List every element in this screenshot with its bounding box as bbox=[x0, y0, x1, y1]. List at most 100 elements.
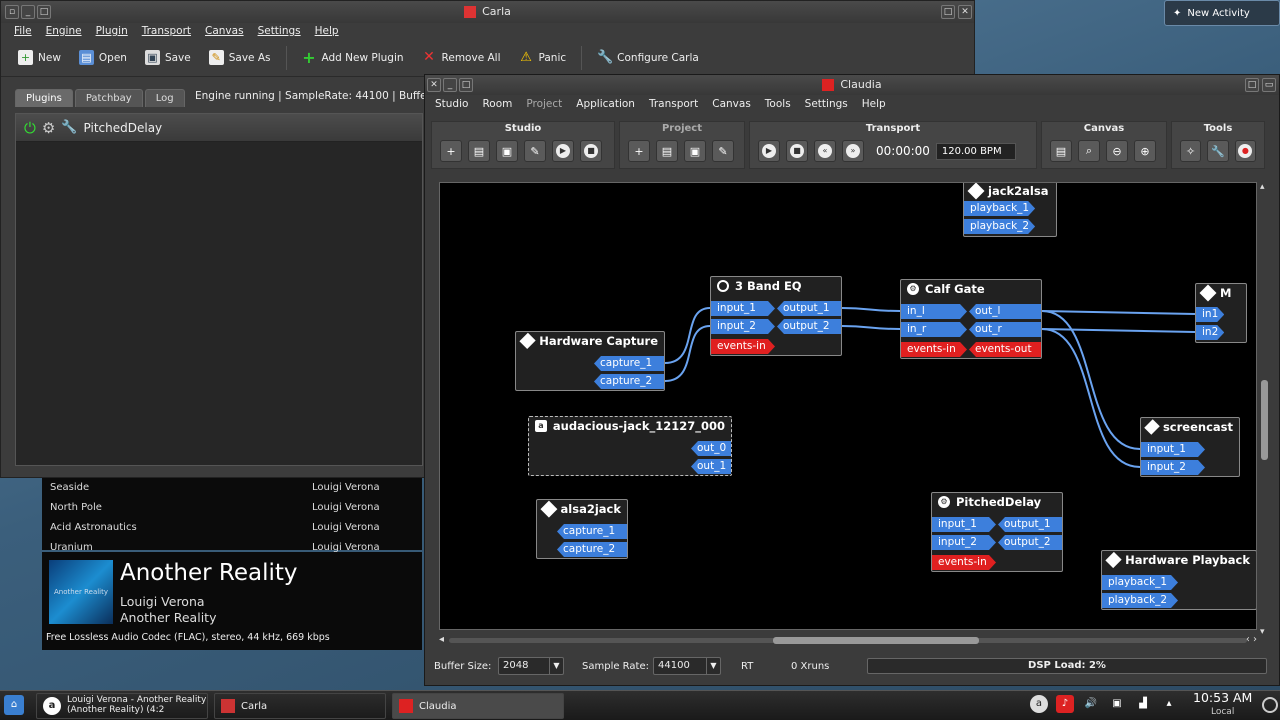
start-studio-icon[interactable]: ▶ bbox=[552, 140, 574, 162]
menu-settings[interactable]: Settings bbox=[258, 23, 301, 39]
open-button[interactable]: ▤ Open bbox=[72, 44, 134, 72]
menu-project[interactable]: Project bbox=[526, 95, 562, 113]
new-studio-icon[interactable]: + bbox=[440, 140, 462, 162]
logout-icon[interactable] bbox=[1262, 697, 1278, 713]
patchbay-canvas[interactable]: jack2alsa playback_1 playback_2 3 Band E… bbox=[439, 182, 1257, 630]
menu-transport[interactable]: Transport bbox=[649, 95, 698, 113]
menu-engine[interactable]: Engine bbox=[46, 23, 82, 39]
port-events-in[interactable]: events-in bbox=[932, 555, 996, 570]
clipboard-icon[interactable]: ▣ bbox=[1108, 695, 1126, 713]
port-events-in[interactable]: events-in bbox=[901, 342, 967, 357]
configure-button[interactable]: 🔧 Configure Carla bbox=[590, 44, 706, 72]
port-events-out[interactable]: events-out bbox=[969, 342, 1041, 357]
port-playback-1[interactable]: playback_1 bbox=[964, 201, 1035, 216]
volume-icon[interactable]: 🔊 bbox=[1082, 695, 1100, 713]
jack2alsa-box[interactable]: jack2alsa playback_1 playback_2 bbox=[963, 183, 1057, 237]
power-icon[interactable]: ⏻ bbox=[24, 119, 36, 137]
window-menu-icon[interactable]: ▫ bbox=[5, 5, 19, 19]
expand-tray-icon[interactable]: ▴ bbox=[1160, 695, 1178, 713]
stop-studio-icon[interactable]: ■ bbox=[580, 140, 602, 162]
maximize-icon[interactable]: □ bbox=[37, 5, 51, 19]
play-icon[interactable]: ▶ bbox=[758, 140, 780, 162]
panic-button[interactable]: ⚠ Panic bbox=[512, 44, 574, 72]
calf-gate-box[interactable]: ⚙ Calf Gate in_l in_r out_l out_r events-… bbox=[900, 279, 1042, 359]
buffer-size-select[interactable]: 2048 ▼ bbox=[498, 657, 564, 675]
port-capture-1[interactable]: capture_1 bbox=[594, 356, 664, 371]
claudia-titlebar[interactable]: ✕ _ □ Claudia □ ▭ bbox=[425, 75, 1279, 95]
scroll-left-icon[interactable]: ◂ bbox=[439, 634, 444, 645]
new-activity-notification[interactable]: ✦ New Activity bbox=[1164, 0, 1280, 26]
port-out-l[interactable]: out_l bbox=[969, 304, 1041, 319]
record-icon[interactable]: ● bbox=[1234, 140, 1256, 162]
eq-box[interactable]: 3 Band EQ input_1 input_2 output_1 outpu… bbox=[710, 276, 842, 356]
add-plugin-button[interactable]: + Add New Plugin bbox=[295, 44, 411, 72]
port-in2[interactable]: in2 bbox=[1196, 325, 1224, 340]
zoom-out-icon[interactable]: ⊖ bbox=[1106, 140, 1128, 162]
menu-help[interactable]: Help bbox=[315, 23, 339, 39]
port-in-l[interactable]: in_l bbox=[901, 304, 967, 319]
port-input-2[interactable]: input_2 bbox=[932, 535, 996, 550]
open-project-icon[interactable]: ▤ bbox=[656, 140, 678, 162]
playlist-row[interactable]: Seaside Louigi Verona bbox=[42, 478, 422, 498]
app-launcher-icon[interactable]: ⌂ bbox=[4, 695, 24, 715]
canvas-arrange-icon[interactable]: ▤ bbox=[1050, 140, 1072, 162]
new-project-icon[interactable]: + bbox=[628, 140, 650, 162]
playlist-row[interactable]: North Pole Louigi Verona bbox=[42, 498, 422, 518]
port-input-1[interactable]: input_1 bbox=[932, 517, 996, 532]
menu-transport[interactable]: Transport bbox=[142, 23, 191, 39]
hardware-capture-box[interactable]: Hardware Capture capture_1 capture_2 bbox=[515, 331, 665, 391]
gear-icon[interactable]: ⚙ bbox=[42, 119, 55, 137]
pitched-delay-box[interactable]: ⚙ PitchedDelay input_1 input_2 output_1 o… bbox=[931, 492, 1063, 572]
menu-room[interactable]: Room bbox=[482, 95, 512, 113]
scroll-thumb[interactable] bbox=[773, 637, 979, 644]
menu-application[interactable]: Application bbox=[576, 95, 635, 113]
m-box[interactable]: M in1 in2 bbox=[1195, 283, 1247, 343]
rename-studio-icon[interactable]: ✎ bbox=[524, 140, 546, 162]
zoom-fit-icon[interactable]: ⌕ bbox=[1078, 140, 1100, 162]
port-playback-1[interactable]: playback_1 bbox=[1102, 575, 1178, 590]
rewind-icon[interactable]: « bbox=[814, 140, 836, 162]
port-output-1[interactable]: output_1 bbox=[998, 517, 1062, 532]
clean-icon[interactable]: ✧ bbox=[1180, 140, 1202, 162]
carla-titlebar[interactable]: ▫ _ □ Carla □ ✕ bbox=[1, 1, 974, 23]
port-output-1[interactable]: output_1 bbox=[777, 301, 841, 316]
menu-help[interactable]: Help bbox=[862, 95, 886, 113]
port-input-1[interactable]: input_1 bbox=[1141, 442, 1205, 457]
edit-project-icon[interactable]: ✎ bbox=[712, 140, 734, 162]
audacious-jack-box[interactable]: a audacious-jack_12127_000 out_0 out_1 bbox=[528, 416, 732, 476]
menu-settings[interactable]: Settings bbox=[805, 95, 848, 113]
bpm-field[interactable]: 120.00 BPM bbox=[935, 142, 1016, 160]
port-playback-2[interactable]: playback_2 bbox=[964, 219, 1035, 234]
port-input-2[interactable]: input_2 bbox=[1141, 460, 1205, 475]
wrench-icon[interactable]: 🔧 bbox=[1207, 140, 1229, 162]
task-audacious[interactable]: a Louigi Verona - Another Reality (Anoth… bbox=[36, 693, 208, 719]
shade-icon[interactable]: ▭ bbox=[1262, 78, 1276, 92]
menu-plugin[interactable]: Plugin bbox=[96, 23, 128, 39]
port-output-2[interactable]: output_2 bbox=[777, 319, 841, 334]
close-icon[interactable]: ✕ bbox=[958, 5, 972, 19]
sample-rate-select[interactable]: 44100 ▼ bbox=[653, 657, 721, 675]
xruns-counter[interactable]: 0 Xruns bbox=[791, 661, 829, 672]
tab-patchbay[interactable]: Patchbay bbox=[74, 89, 143, 107]
hardware-playback-box[interactable]: Hardware Playback playback_1 playback_2 bbox=[1101, 550, 1256, 610]
screencast-box[interactable]: screencast input_1 input_2 bbox=[1140, 417, 1240, 477]
alsa2jack-box[interactable]: alsa2jack capture_1 capture_2 bbox=[536, 499, 628, 559]
port-capture-2[interactable]: capture_2 bbox=[594, 374, 664, 389]
zoom-in-icon[interactable]: ⊕ bbox=[1134, 140, 1156, 162]
menu-canvas[interactable]: Canvas bbox=[712, 95, 751, 113]
port-in-r[interactable]: in_r bbox=[901, 322, 967, 337]
load-studio-icon[interactable]: ▤ bbox=[468, 140, 490, 162]
tab-log[interactable]: Log bbox=[144, 89, 185, 107]
stop-icon[interactable]: ■ bbox=[786, 140, 808, 162]
save-studio-icon[interactable]: ▣ bbox=[496, 140, 518, 162]
port-out-1[interactable]: out_1 bbox=[691, 459, 731, 474]
scroll-thumb[interactable] bbox=[1261, 380, 1268, 460]
scroll-up-icon[interactable]: ▴ bbox=[1260, 182, 1265, 192]
port-out-0[interactable]: out_0 bbox=[691, 441, 731, 456]
port-input-2[interactable]: input_2 bbox=[711, 319, 775, 334]
task-carla[interactable]: Carla bbox=[214, 693, 386, 719]
save-project-icon[interactable]: ▣ bbox=[684, 140, 706, 162]
menu-file[interactable]: File bbox=[14, 23, 32, 39]
task-claudia[interactable]: Claudia bbox=[392, 693, 564, 719]
audacious-tray-icon[interactable]: a bbox=[1030, 695, 1048, 713]
